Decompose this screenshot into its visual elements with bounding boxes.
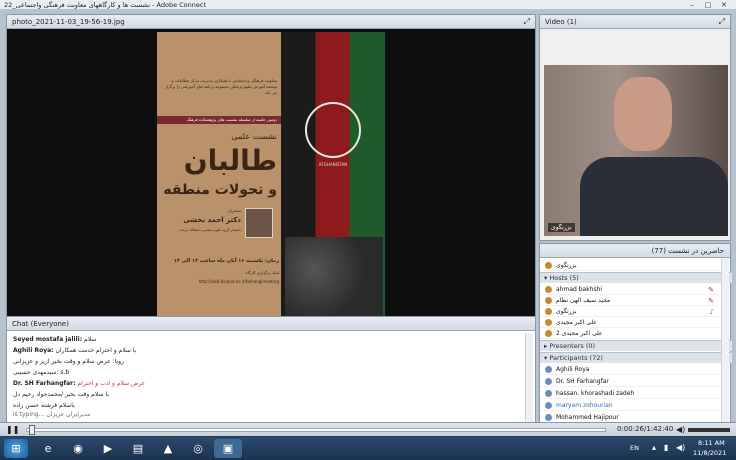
participant-row[interactable]: Aghili Roya bbox=[540, 364, 720, 375]
host-row[interactable]: ahmad bakhshi ✎ bbox=[540, 284, 720, 295]
webcam-name-label: بزرنگوی bbox=[548, 223, 575, 232]
language-indicator[interactable]: EN bbox=[630, 444, 639, 452]
tray-arrow-icon[interactable]: ▴ bbox=[652, 443, 656, 452]
host-row[interactable]: مجید سیف الهی نظام ✎ bbox=[540, 295, 720, 306]
chrome-icon[interactable]: ◎ bbox=[184, 439, 212, 458]
playback-time: 0:00:26/1:42:40 bbox=[617, 425, 674, 433]
meeting-area: photo_2021-11-03_19-56-19.jpg ⤢ معاونت ف… bbox=[0, 10, 736, 429]
chat-pod-title: Chat (Everyone) bbox=[12, 320, 69, 328]
host-icon bbox=[545, 297, 552, 304]
playback-bar: ❚❚ 0:00:26/1:42:40 ◀) bbox=[0, 422, 736, 436]
video-pod-header: Video (1) ⤢ bbox=[540, 15, 730, 29]
chat-scrollbar[interactable] bbox=[525, 333, 533, 427]
participant-row[interactable]: maryam zohourian bbox=[540, 400, 720, 411]
participant-icon bbox=[545, 414, 552, 421]
attendees-pod: (77) حاضرین در نشست بزرنگوی ▾ Hosts (5) … bbox=[539, 243, 732, 429]
volume-icon[interactable]: ◀) bbox=[676, 425, 685, 434]
poster-banner: دومین جلسه از سلسله نشست های پژوهشکده فر… bbox=[186, 117, 277, 122]
seek-track[interactable] bbox=[26, 428, 606, 432]
window-title: 22_نشست ها و کارگاههای معاونت فرهنگی واج… bbox=[4, 1, 207, 9]
poster-flag-text: AFGHANISTAN bbox=[318, 162, 348, 167]
chat-message: سیدمهدی حسینی: s.b bbox=[13, 369, 70, 376]
poster-intro: معاونت فرهنگی و اجتماعی با همکاری مدیریت… bbox=[164, 78, 277, 95]
poster-speaker-name: دکتر احمد بخشی bbox=[183, 216, 241, 224]
user-icon bbox=[545, 262, 552, 269]
clock-time[interactable]: 8:11 AM bbox=[698, 439, 725, 447]
host-row[interactable]: علی اکبر مجیدی bbox=[540, 317, 720, 328]
chat-message: رویا: عرض سلام و وقت بخیر ازیز و عزیزانی bbox=[13, 358, 124, 365]
hosts-section-header[interactable]: ▾ Hosts (5) bbox=[540, 272, 732, 283]
video-count: (1) bbox=[566, 18, 577, 26]
speaker-icon[interactable]: ◀) bbox=[676, 443, 685, 452]
host-icon bbox=[545, 286, 552, 293]
network-icon[interactable]: ▮ bbox=[664, 443, 668, 452]
video-pod: Video (1) ⤢ بزرنگوی bbox=[539, 14, 731, 241]
fullscreen-icon[interactable]: ⤢ bbox=[719, 17, 725, 27]
chat-message: با سلام وقت بخیر /محمدجواد رحیم دل bbox=[13, 391, 109, 398]
adobe-connect-taskbar-icon[interactable]: ▣ bbox=[214, 439, 242, 458]
share-pod: photo_2021-11-03_19-56-19.jpg ⤢ معاونت ف… bbox=[6, 14, 536, 324]
close-button[interactable]: ✕ bbox=[716, 0, 732, 10]
afghanistan-emblem-icon bbox=[305, 102, 361, 158]
file-explorer-icon[interactable]: ▤ bbox=[124, 439, 152, 458]
pause-button[interactable]: ❚❚ bbox=[6, 425, 19, 434]
poster-speaker-label: سخنران bbox=[227, 208, 241, 213]
clock-date[interactable]: 11/8/2021 bbox=[693, 449, 726, 457]
poster-heading-sub: و تحولات منطقه bbox=[163, 182, 277, 198]
attendees-count: (77) bbox=[651, 247, 666, 255]
presenters-section-header[interactable]: ▸ Presenters (0) bbox=[540, 340, 732, 351]
participants-section-header[interactable]: ▾ Participants (72) bbox=[540, 352, 732, 363]
fighters-image bbox=[285, 237, 383, 319]
webcam-feed: بزرنگوی bbox=[544, 65, 728, 236]
chat-message: Seyed mostafa jalili: سلام bbox=[13, 336, 97, 343]
attendees-pod-header: (77) حاضرین در نشست bbox=[540, 244, 730, 258]
seek-handle[interactable] bbox=[29, 425, 36, 435]
video-pod-title: Video (1) bbox=[545, 18, 577, 26]
poster-time: زمان: یکشنبه ۱۶ آبان ماه ساعت ۱۲ الی ۱۴ bbox=[173, 258, 279, 264]
media-player-icon[interactable]: ▶ bbox=[94, 439, 122, 458]
chat-message: Aghili Roya: با سلام و احترام خدمت همکار… bbox=[13, 347, 137, 354]
poster-link: http://iac8.birjand.ac.ir/farhangimeetin… bbox=[198, 279, 279, 284]
typing-indicator: is typing... مدیرایران عزیزان bbox=[13, 411, 91, 418]
share-pod-header: photo_2021-11-03_19-56-19.jpg ⤢ bbox=[7, 15, 535, 29]
poster-place: لینک برگزاری کارگاه bbox=[245, 270, 279, 275]
participant-icon bbox=[545, 402, 552, 409]
host-row[interactable]: علی اکبر مجیدی 2 bbox=[540, 328, 720, 339]
host-icon bbox=[545, 319, 552, 326]
fullscreen-icon[interactable]: ⤢ bbox=[524, 17, 530, 27]
poster-speaker-role: دانشیار گروه علوم سیاسی دانشگاه بیرجند bbox=[179, 228, 241, 232]
chat-message: Dr. SH Farhangfar: عرض سلام و ادب و احتر… bbox=[13, 380, 146, 387]
participant-icon bbox=[545, 366, 552, 373]
internet-explorer-icon[interactable]: e bbox=[34, 439, 62, 458]
taskbar: ⊞ e ◉ ▶ ▤ ▲ ◎ ▣ EN ▴ ▮ ◀) 8:11 AM 11/8/2… bbox=[0, 437, 736, 460]
participant-icon bbox=[545, 378, 552, 385]
chat-pod: Chat (Everyone) Seyed mostafa jalili: سل… bbox=[6, 316, 536, 429]
firefox-icon[interactable]: ◉ bbox=[64, 439, 92, 458]
app-window: 22_نشست ها و کارگاههای معاونت فرهنگی واج… bbox=[0, 0, 736, 460]
attendees-pod-title: (77) حاضرین در نشست bbox=[651, 247, 724, 255]
shared-image: معاونت فرهنگی و اجتماعی با همکاری مدیریت… bbox=[157, 32, 385, 319]
participant-row[interactable]: hassan. khorashadi zadeh bbox=[540, 388, 720, 399]
poster-heading-small: نشست علمی bbox=[231, 132, 277, 141]
host-icon bbox=[545, 308, 552, 315]
host-row[interactable]: بزرنگوی ♪ bbox=[540, 306, 720, 317]
start-button[interactable]: ⊞ bbox=[4, 439, 28, 458]
host-icon bbox=[545, 330, 552, 337]
participant-icon bbox=[545, 390, 552, 397]
vlc-icon[interactable]: ▲ bbox=[154, 439, 182, 458]
share-pod-title: photo_2021-11-03_19-56-19.jpg bbox=[12, 18, 125, 26]
chat-pod-header: Chat (Everyone) bbox=[7, 317, 535, 331]
chat-message: باسلام فرشته حسن زاده bbox=[13, 402, 75, 409]
attendees-scrollbar[interactable] bbox=[721, 259, 729, 429]
minimize-button[interactable]: – bbox=[684, 0, 700, 10]
volume-slider[interactable] bbox=[688, 428, 730, 432]
chat-scope: (Everyone) bbox=[30, 320, 69, 328]
participant-row[interactable]: Dr. SH Farhangfar bbox=[540, 376, 720, 387]
speaker-photo bbox=[245, 208, 273, 238]
poster-heading-big: طالبان bbox=[183, 144, 277, 177]
title-bar: 22_نشست ها و کارگاههای معاونت فرهنگی واج… bbox=[0, 0, 736, 10]
maximize-button[interactable]: □ bbox=[700, 0, 716, 10]
self-entry[interactable]: بزرنگوی bbox=[540, 260, 720, 271]
